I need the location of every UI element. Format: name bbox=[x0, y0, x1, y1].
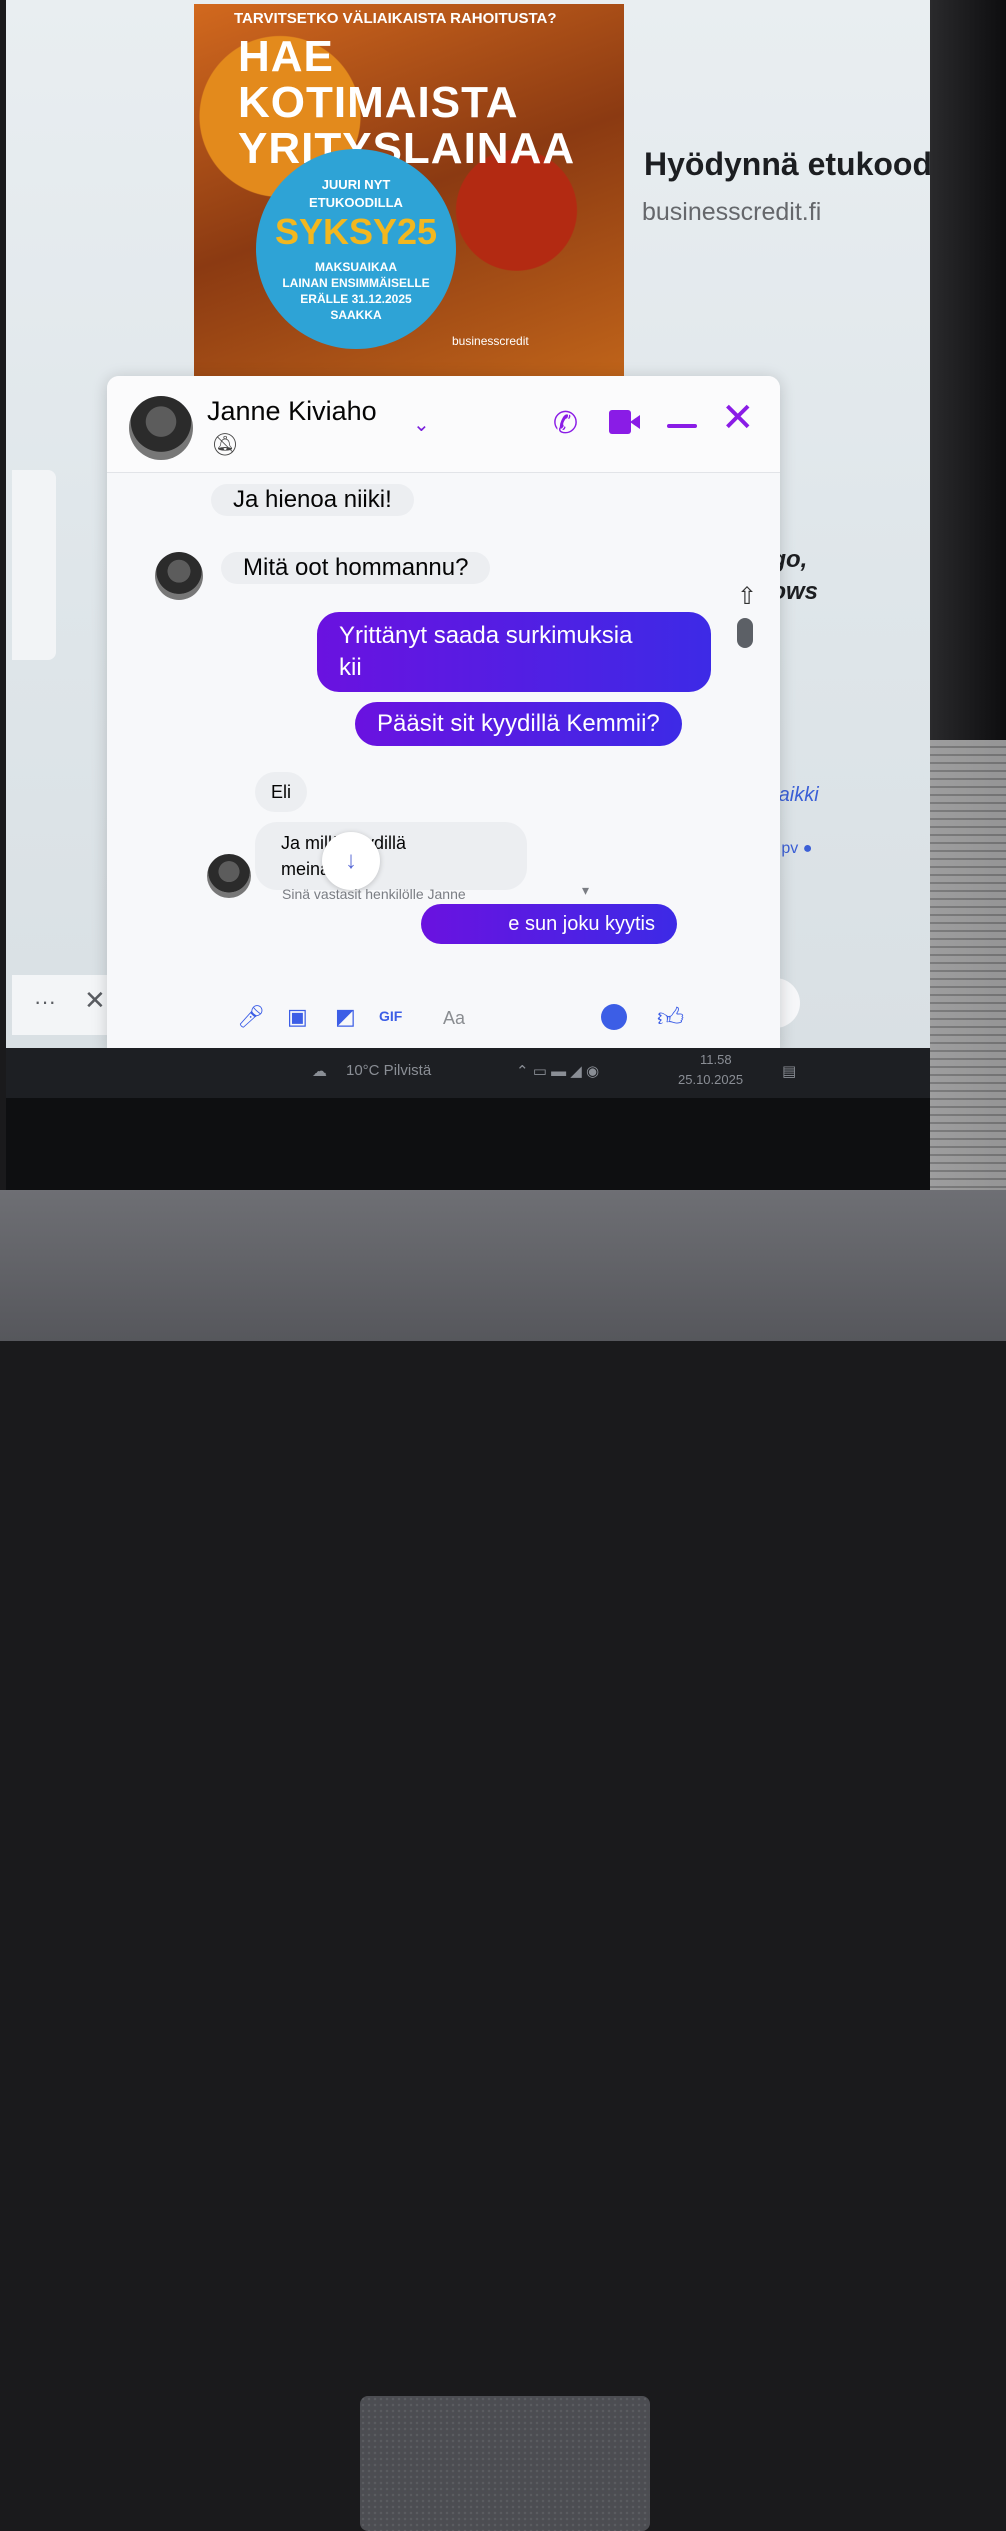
weather-label[interactable]: 10°C Pilvistä bbox=[346, 1062, 431, 1079]
unread-dot-icon: ● bbox=[802, 840, 813, 857]
message-text-line: kii bbox=[339, 654, 362, 681]
background-card bbox=[12, 470, 56, 660]
thumbs-up-icon[interactable]: 👍︎ bbox=[657, 1002, 684, 1033]
notification-icon[interactable]: ▤ bbox=[782, 1062, 796, 1080]
ad-brand-logo: businesscredit bbox=[452, 334, 529, 348]
message-in: Mitä oot hommannu? bbox=[221, 552, 491, 584]
message-in: Ja hienoa niiki! bbox=[211, 484, 414, 516]
emoji-icon[interactable] bbox=[601, 1004, 627, 1030]
scroll-to-bottom-button[interactable]: ↓ bbox=[322, 832, 380, 890]
weather-icon[interactable]: ☁ bbox=[312, 1062, 327, 1080]
message-out: Pääsit sit kyydillä Kemmii? bbox=[355, 702, 682, 746]
contact-name[interactable]: Janne Kiviaho bbox=[207, 396, 377, 427]
promo-badge: JUURI NYT ETUKOODILLA SYKSY25 MAKSUAIKAA… bbox=[256, 149, 456, 349]
ad-title: HAE KOTIMAISTA YRITYSLAINAA bbox=[238, 34, 624, 172]
message-text-line: Yrittänyt saada surkimuksia bbox=[339, 622, 633, 649]
badge-code: SYKSY25 bbox=[274, 211, 438, 252]
badge-line1: JUURI NYT bbox=[321, 177, 391, 192]
badge-line3: MAKSUAIKAA bbox=[315, 260, 397, 274]
video-icon[interactable] bbox=[609, 410, 640, 434]
message-out: Yrittänyt saada surkimuksia kii bbox=[317, 612, 711, 692]
muted-bell-icon: 🔕︎ bbox=[211, 432, 239, 457]
badge-details: MAKSUAIKAA LAINAN ENSIMMÄISELLE ERÄLLE 3… bbox=[256, 259, 456, 323]
gif-icon[interactable]: GIF bbox=[379, 1008, 402, 1024]
avatar bbox=[155, 552, 203, 600]
laptop-screen: TARVITSETKO VÄLIAIKAISTA RAHOITUSTA? HAE… bbox=[6, 0, 1006, 1050]
clock-time[interactable]: 11.58 bbox=[700, 1052, 732, 1067]
image-icon[interactable]: ▣ bbox=[287, 1004, 308, 1030]
chevron-down-icon[interactable]: ▾ bbox=[582, 882, 589, 899]
composer-bar: 🎤︎ ▣ ◩ GIF Aa 👍︎ bbox=[107, 986, 780, 1050]
more-icon[interactable]: ··· bbox=[34, 989, 56, 1015]
taskbar: ☁ 10°C Pilvistä ⌃ ▭ ▬ ◢ ◉ 11.58 25.10.20… bbox=[6, 1048, 936, 1098]
desk-background bbox=[930, 740, 1006, 1190]
close-tab-icon[interactable]: ✕ bbox=[84, 985, 106, 1016]
message-in: Eli bbox=[255, 772, 308, 812]
chevron-down-icon[interactable]: ⌄ bbox=[413, 412, 430, 437]
tray-icons[interactable]: ⌃ ▭ ▬ ◢ ◉ bbox=[516, 1062, 599, 1080]
lower-bezel bbox=[6, 1098, 930, 1190]
message-in: Ja millä kyydillä meinaat siis bbox=[255, 822, 527, 890]
badge-line2: ETUKOODILLA bbox=[309, 195, 403, 210]
ad-image[interactable]: TARVITSETKO VÄLIAIKAISTA RAHOITUSTA? HAE… bbox=[194, 4, 624, 379]
badge-line6: SAAKKA bbox=[330, 308, 382, 322]
chat-scrollbar[interactable] bbox=[737, 618, 753, 648]
message-text-line: meinaat siis bbox=[281, 859, 376, 879]
message-input[interactable]: Aa bbox=[443, 1008, 465, 1029]
ad-top-text: TARVITSETKO VÄLIAIKAISTA RAHOITUSTA? bbox=[234, 10, 557, 27]
badge-line4: LAINAN ENSIMMÄISELLE bbox=[282, 276, 430, 290]
speaker-grille bbox=[360, 2396, 650, 2531]
message-out: e sun joku kyytis bbox=[421, 904, 677, 944]
chat-window: Janne Kiviaho 🔕︎ ⌄ ✆ ✕ Ja hienoa niiki! … bbox=[107, 376, 780, 1050]
avatar[interactable] bbox=[129, 396, 193, 460]
phone-icon[interactable]: ✆ bbox=[553, 406, 578, 441]
microphone-icon[interactable]: 🎤︎ bbox=[237, 1004, 265, 1030]
badge-line5: ERÄLLE 31.12.2025 bbox=[300, 292, 412, 306]
mouse-cursor-icon: ⇧ bbox=[737, 583, 758, 610]
ad-headline[interactable]: Hyödynnä etukoodi bbox=[644, 146, 941, 183]
chat-header: Janne Kiviaho 🔕︎ ⌄ ✆ ✕ bbox=[107, 376, 780, 473]
sticker-icon[interactable]: ◩ bbox=[335, 1004, 356, 1030]
reply-note: Sinä vastasit henkilölle Janne bbox=[282, 886, 466, 902]
ad-title-line2: YRITYSLAINAA bbox=[238, 124, 576, 173]
avatar bbox=[207, 854, 251, 898]
ad-title-line1: HAE KOTIMAISTA bbox=[238, 32, 519, 127]
clock-date[interactable]: 25.10.2025 bbox=[678, 1072, 743, 1087]
ad-domain[interactable]: businesscredit.fi bbox=[642, 198, 821, 227]
minimize-icon[interactable] bbox=[667, 424, 697, 428]
message-text-line: Ja millä kyydillä bbox=[281, 833, 407, 853]
laptop-keyboard-deck bbox=[0, 1190, 1006, 2531]
close-icon[interactable]: ✕ bbox=[721, 398, 755, 438]
